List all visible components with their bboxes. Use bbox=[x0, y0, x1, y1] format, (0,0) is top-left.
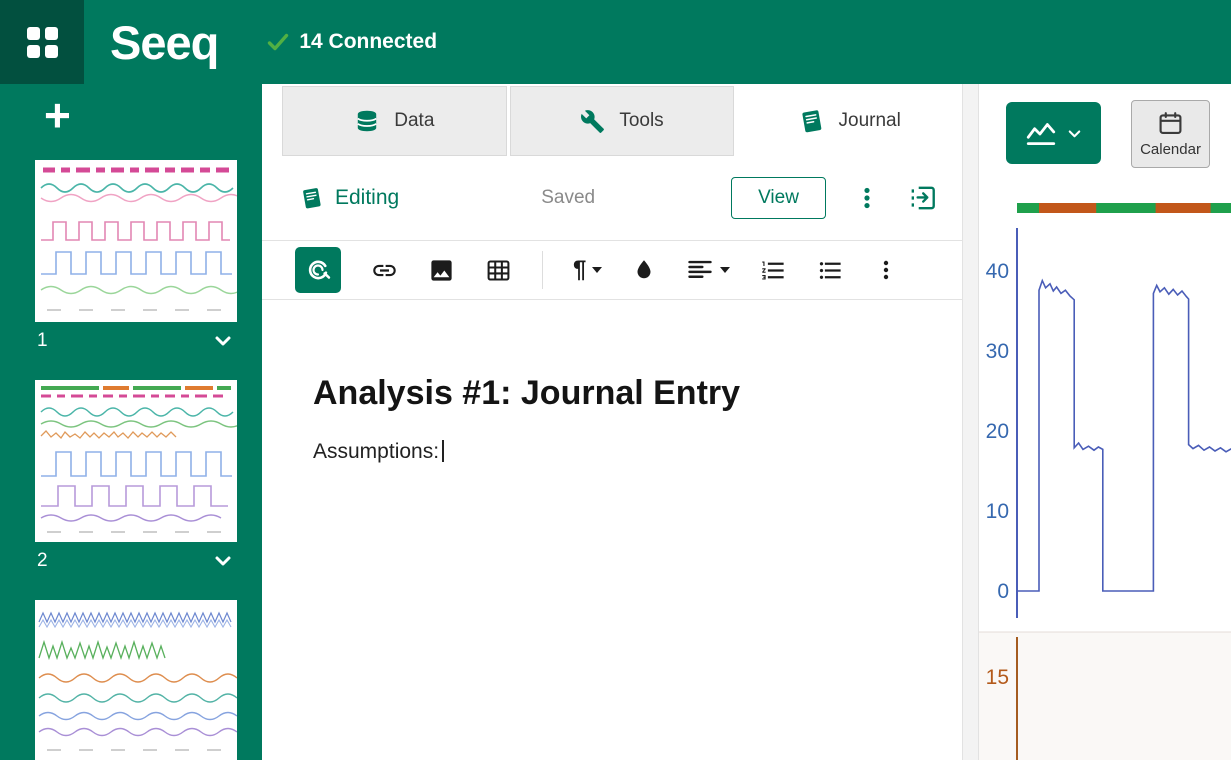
trend-view-dropdown[interactable] bbox=[1006, 102, 1101, 164]
wrench-icon bbox=[580, 109, 605, 134]
worksheet-item-2: 2 bbox=[35, 380, 237, 580]
tab-data[interactable]: Data bbox=[282, 86, 507, 156]
vertical-scrollbar[interactable] bbox=[962, 84, 979, 760]
svg-text:10: 10 bbox=[986, 500, 1009, 523]
svg-text:0: 0 bbox=[997, 580, 1009, 603]
tab-label: Journal bbox=[839, 110, 901, 132]
seeq-app: Seeq 14 Connected + bbox=[0, 0, 1231, 760]
journal-mode-label: Editing bbox=[335, 186, 399, 210]
chevron-down-icon bbox=[1065, 124, 1084, 143]
toolbar-separator bbox=[542, 251, 543, 289]
calendar-icon bbox=[1157, 110, 1184, 137]
view-button[interactable]: View bbox=[731, 177, 826, 219]
insert-link-button[interactable] bbox=[371, 257, 398, 284]
worksheet-sidebar: + 1 bbox=[0, 84, 262, 760]
connection-status[interactable]: 14 Connected bbox=[266, 30, 437, 54]
calendar-button[interactable]: Calendar bbox=[1131, 100, 1210, 168]
editor-toolbar: ¶ bbox=[262, 240, 962, 300]
worksheet-thumbnail[interactable] bbox=[35, 160, 237, 322]
top-bar: Seeq 14 Connected bbox=[0, 0, 1231, 84]
chevron-down-icon bbox=[592, 267, 602, 273]
droplet-icon bbox=[632, 258, 656, 282]
home-menu-button[interactable] bbox=[0, 0, 84, 84]
tab-tools[interactable]: Tools bbox=[510, 86, 735, 156]
kebab-menu-icon bbox=[874, 258, 898, 282]
svg-text:30: 30 bbox=[986, 340, 1009, 363]
journal-header-bar: Editing Saved View bbox=[262, 156, 962, 240]
link-icon bbox=[371, 257, 398, 284]
calendar-button-label: Calendar bbox=[1140, 141, 1201, 158]
trend-chart-icon bbox=[1024, 116, 1058, 150]
align-dropdown[interactable] bbox=[686, 256, 730, 284]
journal-title: Analysis #1: Journal Entry bbox=[313, 374, 922, 413]
popout-journal-button[interactable] bbox=[908, 183, 938, 213]
svg-text:15: 15 bbox=[986, 666, 1009, 689]
worksheet-thumbnail-chart bbox=[35, 160, 237, 322]
seeq-swirl-icon bbox=[303, 255, 333, 285]
worksheet-label-row: 2 bbox=[35, 542, 237, 580]
trend-toolbar: Calendar bbox=[979, 84, 1231, 180]
journal-book-icon bbox=[300, 186, 324, 210]
svg-text:20: 20 bbox=[986, 420, 1009, 443]
toolbar-overflow-menu[interactable] bbox=[874, 258, 898, 282]
tab-label: Tools bbox=[619, 110, 663, 132]
journal-editor[interactable]: Analysis #1: Journal Entry Assumptions: bbox=[262, 374, 962, 464]
worksheet-number: 2 bbox=[37, 550, 48, 572]
tab-label: Data bbox=[394, 110, 434, 132]
tab-bar: Data Tools Journal bbox=[282, 86, 962, 156]
svg-text:40: 40 bbox=[986, 260, 1009, 283]
worksheet-thumbnail[interactable] bbox=[35, 380, 237, 542]
journal-book-icon bbox=[799, 108, 825, 134]
worksheet-label-row: 1 bbox=[35, 322, 237, 360]
align-left-icon bbox=[686, 256, 714, 284]
bulleted-list-button[interactable] bbox=[817, 257, 844, 284]
worksheet-number: 1 bbox=[37, 330, 48, 352]
insert-image-button[interactable] bbox=[428, 257, 455, 284]
journal-body-text: Assumptions: bbox=[313, 440, 922, 464]
insert-table-button[interactable] bbox=[485, 257, 512, 284]
paragraph-style-dropdown[interactable]: ¶ bbox=[573, 258, 602, 282]
database-icon bbox=[354, 108, 380, 134]
numbered-list-icon bbox=[760, 257, 787, 284]
worksheet-item-3 bbox=[35, 600, 237, 760]
chevron-down-icon[interactable] bbox=[211, 329, 235, 353]
worksheet-thumbnail-chart bbox=[35, 380, 237, 542]
chevron-down-icon bbox=[720, 267, 730, 273]
seeq-logo: Seeq bbox=[110, 15, 218, 70]
worksheet-item-1: 1 bbox=[35, 160, 237, 360]
journal-actions: View bbox=[731, 177, 938, 219]
trend-panel: Calendar 40 30 20 10 0 15 bbox=[979, 84, 1231, 760]
insert-seeq-content-button[interactable] bbox=[295, 247, 341, 293]
bulleted-list-icon bbox=[817, 257, 844, 284]
grid-icon bbox=[27, 27, 58, 58]
journal-overflow-menu[interactable] bbox=[854, 185, 880, 211]
text-color-button[interactable] bbox=[632, 258, 656, 282]
table-icon bbox=[485, 257, 512, 284]
text-cursor bbox=[442, 440, 444, 462]
kebab-menu-icon bbox=[854, 185, 880, 211]
chevron-down-icon[interactable] bbox=[211, 549, 235, 573]
popout-icon bbox=[908, 183, 938, 213]
check-icon bbox=[266, 30, 290, 54]
image-icon bbox=[428, 257, 455, 284]
worksheet-thumbnail-chart bbox=[35, 600, 237, 760]
main-panel: Data Tools Journal bbox=[262, 84, 962, 760]
new-worksheet-button[interactable]: + bbox=[44, 92, 71, 138]
worksheet-thumbnail[interactable] bbox=[35, 600, 237, 760]
trend-chart[interactable]: 40 30 20 10 0 15 bbox=[979, 180, 1231, 760]
connection-status-label: 14 Connected bbox=[299, 30, 437, 54]
journal-mode: Editing bbox=[300, 186, 399, 210]
numbered-list-button[interactable] bbox=[760, 257, 787, 284]
save-status: Saved bbox=[541, 187, 595, 209]
paragraph-icon: ¶ bbox=[573, 258, 586, 282]
tab-journal[interactable]: Journal bbox=[737, 86, 962, 156]
